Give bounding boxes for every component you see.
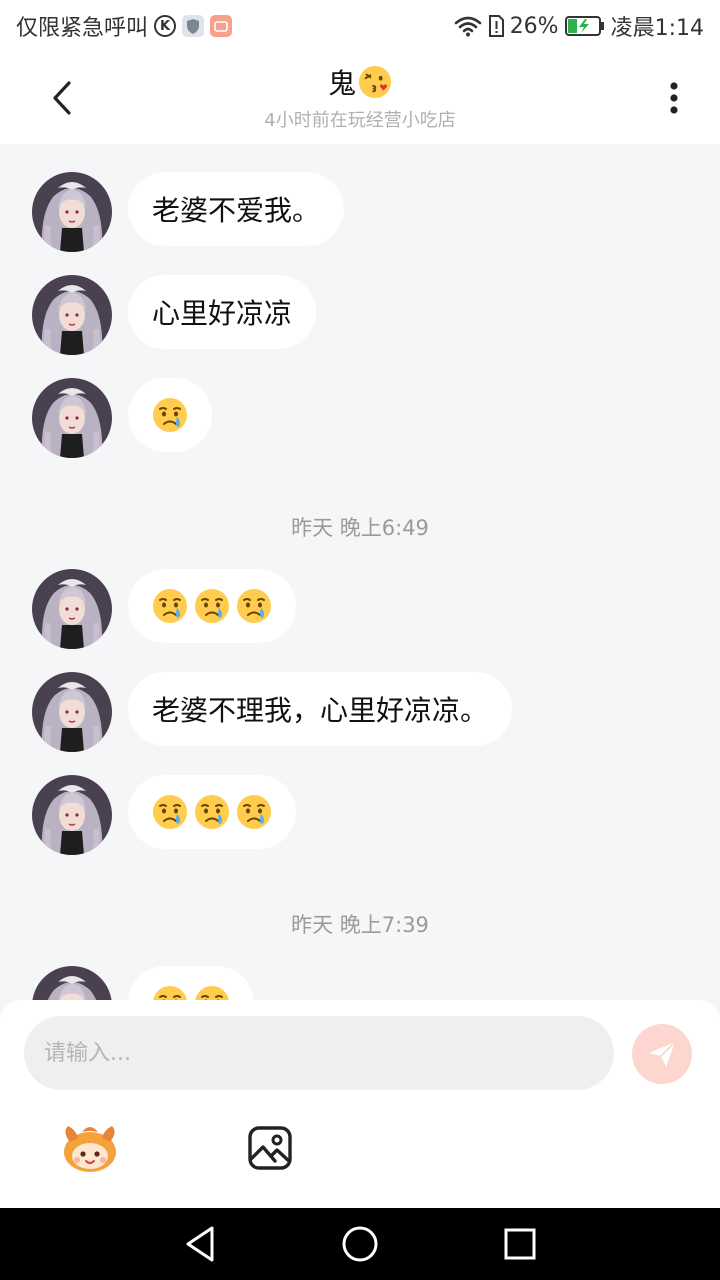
battery-charging-icon: [564, 15, 605, 37]
crying-face-emoji-icon: [194, 794, 230, 830]
back-button[interactable]: [36, 74, 88, 122]
image-button[interactable]: [240, 1120, 300, 1176]
message-text: 老婆不理我，心里好凉凉。: [152, 694, 489, 727]
wifi-icon: [454, 15, 482, 37]
chevron-left-icon: [53, 81, 71, 115]
system-nav-bar: [0, 1208, 720, 1280]
message-bubble[interactable]: [128, 966, 254, 1000]
status-right: 26% 凌晨1:14: [454, 10, 704, 42]
sticker-mascot-icon: [64, 1126, 116, 1172]
crying-face-emoji-icon: [194, 588, 230, 624]
message-bubble[interactable]: 老婆不理我，心里好凉凉。: [128, 672, 513, 746]
crying-face-emoji-icon: [236, 588, 272, 624]
avatar[interactable]: [32, 672, 112, 752]
message-bubble[interactable]: [128, 378, 212, 452]
battery-percent: 26%: [509, 13, 559, 39]
message-text: 老婆不爱我。: [152, 194, 321, 227]
orange-app-icon: [210, 15, 233, 37]
kissing-face-emoji-icon: [358, 65, 392, 99]
vertical-dots-icon: [670, 82, 678, 114]
avatar[interactable]: [32, 378, 112, 458]
message-bubble[interactable]: 老婆不爱我。: [128, 172, 345, 246]
crying-face-emoji-icon: [236, 794, 272, 830]
crying-face-emoji-icon: [152, 794, 188, 830]
crying-face-emoji-icon: [152, 588, 188, 624]
carrier-text: 仅限紧急呼叫: [16, 16, 149, 41]
send-button[interactable]: [632, 1024, 692, 1084]
avatar[interactable]: [32, 172, 112, 252]
message-text: 心里好凉凉: [152, 297, 293, 330]
contact-status: 4小时前在玩经营小吃店: [264, 110, 456, 131]
chat-message-list[interactable]: 老婆不爱我。 心里好凉凉 昨天 晚上6:49 老婆不理我，心里好凉凉。 昨天 晚…: [0, 144, 720, 1000]
status-bar: 仅限紧急呼叫 K 26% 凌晨1:14: [0, 0, 720, 52]
avatar[interactable]: [32, 569, 112, 649]
message-bubble[interactable]: [128, 569, 296, 643]
contact-name: 鬼: [328, 62, 392, 102]
message-bubble[interactable]: 心里好凉凉: [128, 275, 317, 349]
sim-alert-icon: [488, 15, 504, 37]
square-recents-icon: [504, 1228, 536, 1260]
time-separator: 昨天 晚上6:49: [291, 516, 429, 540]
chat-header: 鬼 4小时前在玩经营小吃店: [0, 52, 720, 144]
status-left: 仅限紧急呼叫 K: [16, 10, 233, 42]
clock-time: 凌晨1:14: [610, 16, 704, 41]
title-area: 鬼 4小时前在玩经营小吃店: [160, 62, 560, 132]
contact-name-text: 鬼: [327, 67, 356, 100]
nav-back-button[interactable]: [178, 1222, 222, 1266]
crying-face-emoji-icon: [152, 985, 188, 1000]
k-circle-icon: K: [154, 15, 177, 37]
avatar[interactable]: [32, 775, 112, 855]
message-bubble[interactable]: [128, 775, 296, 849]
crying-face-emoji-icon: [152, 397, 188, 433]
input-panel: [0, 1000, 720, 1208]
more-options-button[interactable]: [654, 74, 694, 122]
shield-app-icon: [182, 15, 205, 37]
circle-home-icon: [342, 1226, 378, 1262]
triangle-back-icon: [186, 1226, 214, 1262]
message-input[interactable]: [24, 1016, 614, 1090]
avatar[interactable]: [32, 275, 112, 355]
crying-face-emoji-icon: [194, 985, 230, 1000]
nav-recents-button[interactable]: [498, 1222, 542, 1266]
image-icon: [248, 1126, 292, 1170]
avatar[interactable]: [32, 966, 112, 1000]
time-separator: 昨天 晚上7:39: [291, 913, 429, 937]
nav-home-button[interactable]: [338, 1222, 382, 1266]
sticker-mascot-button[interactable]: [60, 1120, 120, 1176]
send-icon: [649, 1041, 676, 1067]
